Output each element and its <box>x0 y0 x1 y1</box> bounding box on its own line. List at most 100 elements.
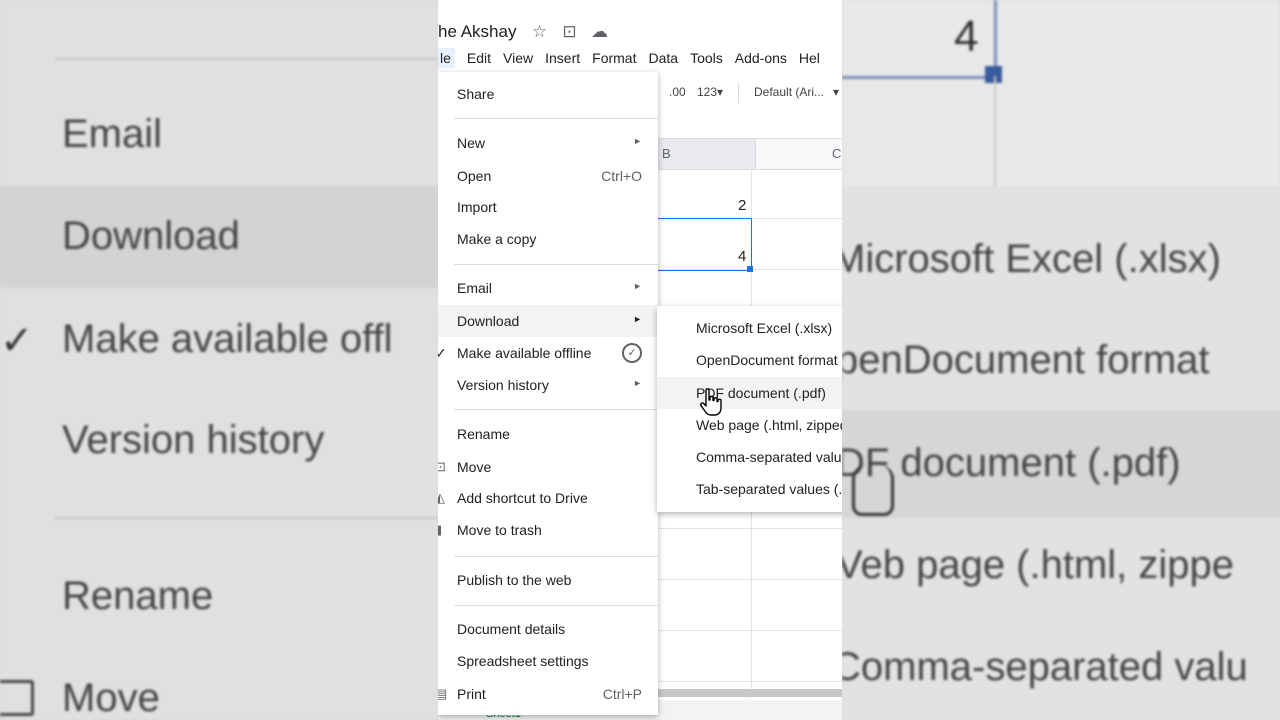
more-formats-button[interactable]: 123▾ <box>697 85 723 99</box>
bg-download-label: Download <box>62 214 240 258</box>
menu-separator <box>454 605 658 606</box>
menu-item-version-history[interactable]: Version history ► <box>438 369 658 401</box>
menu-item-make-available-offline[interactable]: ✓ Make available offline ✓ <box>438 337 658 369</box>
grid-row-line <box>658 681 842 682</box>
menu-item-spreadsheet-settings[interactable]: Spreadsheet settings <box>438 645 658 677</box>
download-tsv[interactable]: Tab-separated values (.tsv, current shee… <box>657 473 842 505</box>
menu-item-publish-to-the-web[interactable]: Publish to the web <box>438 564 658 596</box>
grid-row-line <box>658 630 842 631</box>
more-formats-label: 123 <box>697 85 718 99</box>
menu-separator <box>454 264 658 265</box>
submenu-item-label: OpenDocument format (.ods) <box>696 352 842 368</box>
menu-item-label: Add shortcut to Drive <box>457 490 588 506</box>
zoomed-menu-background-right: 4 Microsoft Excel (.xlsx) penDocument fo… <box>842 0 1280 720</box>
download-csv[interactable]: Comma-separated values (.csv, current sh… <box>657 441 842 473</box>
menu-item-label: Rename <box>457 426 510 442</box>
menu-item-label: Version history <box>457 377 549 393</box>
bg-offline-label: Make available offl <box>62 317 393 361</box>
menu-item-label: Publish to the web <box>457 572 572 588</box>
menu-format[interactable]: Format <box>592 50 636 66</box>
cloud-status-icon[interactable]: ☁ <box>590 23 608 41</box>
horizontal-scrollbar[interactable] <box>658 689 842 697</box>
grid-row-line <box>658 579 842 580</box>
bg-move-label: Move <box>62 676 160 720</box>
star-icon[interactable]: ☆ <box>530 23 548 41</box>
trash-icon: ▮ <box>438 522 443 537</box>
menu-item-label: New <box>457 135 486 151</box>
menu-shortcut: Ctrl+O <box>601 168 642 184</box>
download-submenu: Microsoft Excel (.xlsx) OpenDocument for… <box>657 306 842 512</box>
menu-item-label: Email <box>457 280 493 296</box>
column-header-b[interactable]: B <box>658 139 756 169</box>
menu-view[interactable]: View <box>503 50 533 66</box>
move-folder-icon[interactable]: ⊡ <box>560 23 578 41</box>
download-xlsx[interactable]: Microsoft Excel (.xlsx) <box>657 312 842 344</box>
menu-item-import[interactable]: Import <box>438 191 658 223</box>
menu-item-email[interactable]: Email ► <box>438 272 658 304</box>
chevron-down-icon[interactable]: ▾ <box>833 85 839 99</box>
menu-item-label: Share <box>457 86 495 102</box>
zoomed-menu-background-left: Email Download ✓ Make available offl Ver… <box>0 0 438 720</box>
menu-separator <box>454 118 658 119</box>
menu-item-print[interactable]: ▤ Print Ctrl+P <box>438 678 658 710</box>
title-bar: he Akshay ☆ ⊡ ☁ <box>438 18 620 46</box>
file-menu: Share New ► Open Ctrl+O Import Make a copy… <box>438 72 658 715</box>
menu-tools[interactable]: Tools <box>690 50 723 66</box>
menu-bar: le Edit View Insert Format Data Tools Ad… <box>438 46 832 70</box>
menu-item-document-details[interactable]: Document details <box>438 613 658 645</box>
menu-item-download[interactable]: Download ► <box>438 305 658 337</box>
toolbar-divider <box>738 83 739 103</box>
bg-separator <box>55 517 438 519</box>
menu-item-open[interactable]: Open Ctrl+O <box>438 160 658 192</box>
fill-handle[interactable] <box>747 266 753 272</box>
menu-item-share[interactable]: Share <box>438 78 658 110</box>
document-title[interactable]: he Akshay <box>438 22 516 42</box>
hand-pointer-icon <box>700 388 722 416</box>
grid-row-line <box>658 528 842 529</box>
submenu-arrow-icon: ► <box>633 314 642 324</box>
menu-insert[interactable]: Insert <box>545 50 580 66</box>
submenu-arrow-icon: ► <box>633 136 642 146</box>
menu-edit[interactable]: Edit <box>467 50 491 66</box>
increase-decimal-button[interactable]: .00 <box>669 85 686 99</box>
menu-item-label: Import <box>457 199 497 215</box>
menu-item-label: Move to trash <box>457 522 542 538</box>
menu-shortcut: Ctrl+P <box>602 686 642 702</box>
menu-item-label: Make available offline <box>457 345 592 361</box>
submenu-item-label: Microsoft Excel (.xlsx) <box>696 320 833 336</box>
menu-item-move[interactable]: ⊡ Move <box>438 451 658 483</box>
check-icon: ✓ <box>438 345 447 361</box>
menu-addons[interactable]: Add-ons <box>735 50 787 66</box>
menu-data[interactable]: Data <box>648 50 678 66</box>
menu-item-rename[interactable]: Rename <box>438 418 658 450</box>
bg-version-history-label: Version history <box>62 418 325 462</box>
cell-b1[interactable]: 2 <box>738 197 746 214</box>
menu-separator <box>454 409 658 410</box>
menu-item-label: Open <box>457 168 492 184</box>
cell-b2[interactable]: 4 <box>738 248 746 265</box>
menu-item-make-a-copy[interactable]: Make a copy <box>438 223 658 255</box>
menu-item-add-shortcut-to-drive[interactable]: ◭ Add shortcut to Drive <box>438 482 658 514</box>
menu-item-new[interactable]: New ► <box>438 127 658 159</box>
download-ods[interactable]: OpenDocument format (.ods) <box>657 344 842 376</box>
download-html[interactable]: Web page (.html, zipped) <box>657 409 842 441</box>
bg-cell-value: 4 <box>954 12 979 61</box>
menu-file[interactable]: le <box>438 48 455 68</box>
offline-icon: ✓ <box>622 343 642 363</box>
download-pdf[interactable]: PDF document (.pdf) <box>657 377 842 409</box>
menu-help[interactable]: Hel <box>799 50 820 66</box>
menu-item-move-to-trash[interactable]: ▮ Move to trash <box>438 514 658 546</box>
chevron-down-icon: ▾ <box>717 85 724 99</box>
bg-separator <box>55 58 438 60</box>
bg-csv-label: Comma-separated valu <box>842 645 1248 689</box>
submenu-item-label: Tab-separated values (.tsv, current shee… <box>696 481 842 497</box>
column-header-c[interactable]: C <box>832 139 841 169</box>
bg-rename-label: Rename <box>62 574 214 618</box>
bg-hand-cursor-icon <box>852 465 894 516</box>
submenu-item-label: Web page (.html, zipped) <box>696 417 842 433</box>
print-icon: ▤ <box>438 686 448 701</box>
menu-item-label: Spreadsheet settings <box>457 653 589 669</box>
bg-check-icon: ✓ <box>0 319 34 363</box>
menu-separator <box>454 556 658 557</box>
font-family-select[interactable]: Default (Ari... <box>754 85 824 99</box>
